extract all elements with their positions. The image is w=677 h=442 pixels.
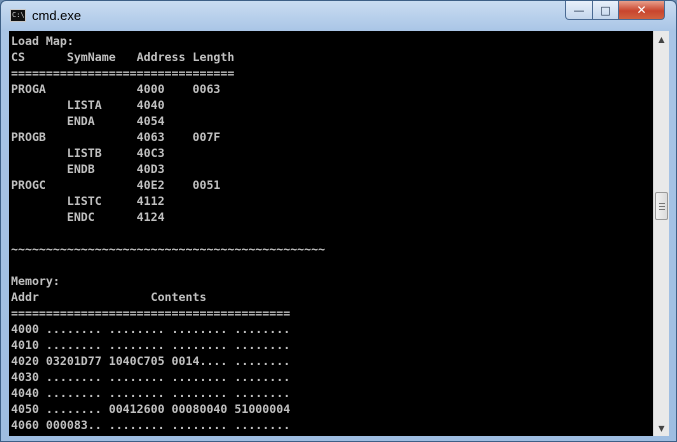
- console-line: PROGB 4063 007F: [11, 130, 221, 144]
- console-line: Memory:: [11, 274, 60, 288]
- console-line: 4010 ........ ........ ........ ........: [11, 338, 291, 352]
- close-button[interactable]: ✕: [618, 1, 665, 20]
- console-line: LISTA 4040: [11, 98, 165, 112]
- console-text: Load Map: CS SymName Address Length ====…: [9, 31, 653, 433]
- console-line: ========================================: [11, 306, 291, 320]
- console-line: 4000 ........ ........ ........ ........: [11, 322, 291, 336]
- up-arrow-icon: ▲: [658, 34, 665, 44]
- title-bar[interactable]: C:\ cmd.exe — □ ✕: [1, 1, 676, 31]
- grip-line: [659, 208, 665, 210]
- scroll-up-button[interactable]: ▲: [654, 31, 669, 47]
- minimize-icon: —: [573, 3, 585, 17]
- console-line: PROGA 4000 0063: [11, 82, 221, 96]
- console-line: 4030 ........ ........ ........ ........: [11, 370, 291, 384]
- console-line: ENDB 40D3: [11, 162, 165, 176]
- console-line: 4040 ........ ........ ........ ........: [11, 386, 291, 400]
- console-line: Load Map:: [11, 34, 74, 48]
- scroll-down-button[interactable]: ▼: [654, 420, 669, 436]
- cmd-icon[interactable]: C:\: [10, 9, 26, 22]
- console-line: ================================: [11, 66, 235, 80]
- console-line: 4060 000083.. ........ ........ ........: [11, 418, 291, 432]
- console-line: LISTB 40C3: [11, 146, 165, 160]
- grip-line: [659, 205, 665, 207]
- console-output[interactable]: Load Map: CS SymName Address Length ====…: [9, 31, 653, 436]
- maximize-button[interactable]: □: [592, 1, 619, 20]
- console-window: C:\ cmd.exe — □ ✕ Load Map: CS SymName A…: [0, 0, 677, 442]
- minimize-button[interactable]: —: [565, 1, 593, 20]
- maximize-icon: □: [600, 3, 611, 17]
- console-line: ~~~~~~~~~~~~~~~~~~~~~~~~~~~~~~~~~~~~~~~~…: [11, 242, 326, 256]
- close-icon: ✕: [636, 3, 647, 17]
- scrollbar-thumb[interactable]: [655, 191, 668, 220]
- console-line: CS SymName Address Length: [11, 50, 235, 64]
- console-line: LISTC 4112: [11, 194, 165, 208]
- console-line: ENDA 4054: [11, 114, 165, 128]
- down-arrow-icon: ▼: [658, 423, 665, 433]
- window-title: cmd.exe: [32, 8, 82, 23]
- vertical-scrollbar[interactable]: ▲ ▼: [653, 31, 669, 436]
- grip-line: [659, 202, 665, 204]
- console-line: Addr Contents: [11, 290, 207, 304]
- console-line: ENDC 4124: [11, 210, 165, 224]
- console-line: 4020 03201D77 1040C705 0014.... ........: [11, 354, 291, 368]
- console-line: PROGC 40E2 0051: [11, 178, 221, 192]
- console-line: 4050 ........ 00412600 00080040 51000004: [11, 402, 291, 416]
